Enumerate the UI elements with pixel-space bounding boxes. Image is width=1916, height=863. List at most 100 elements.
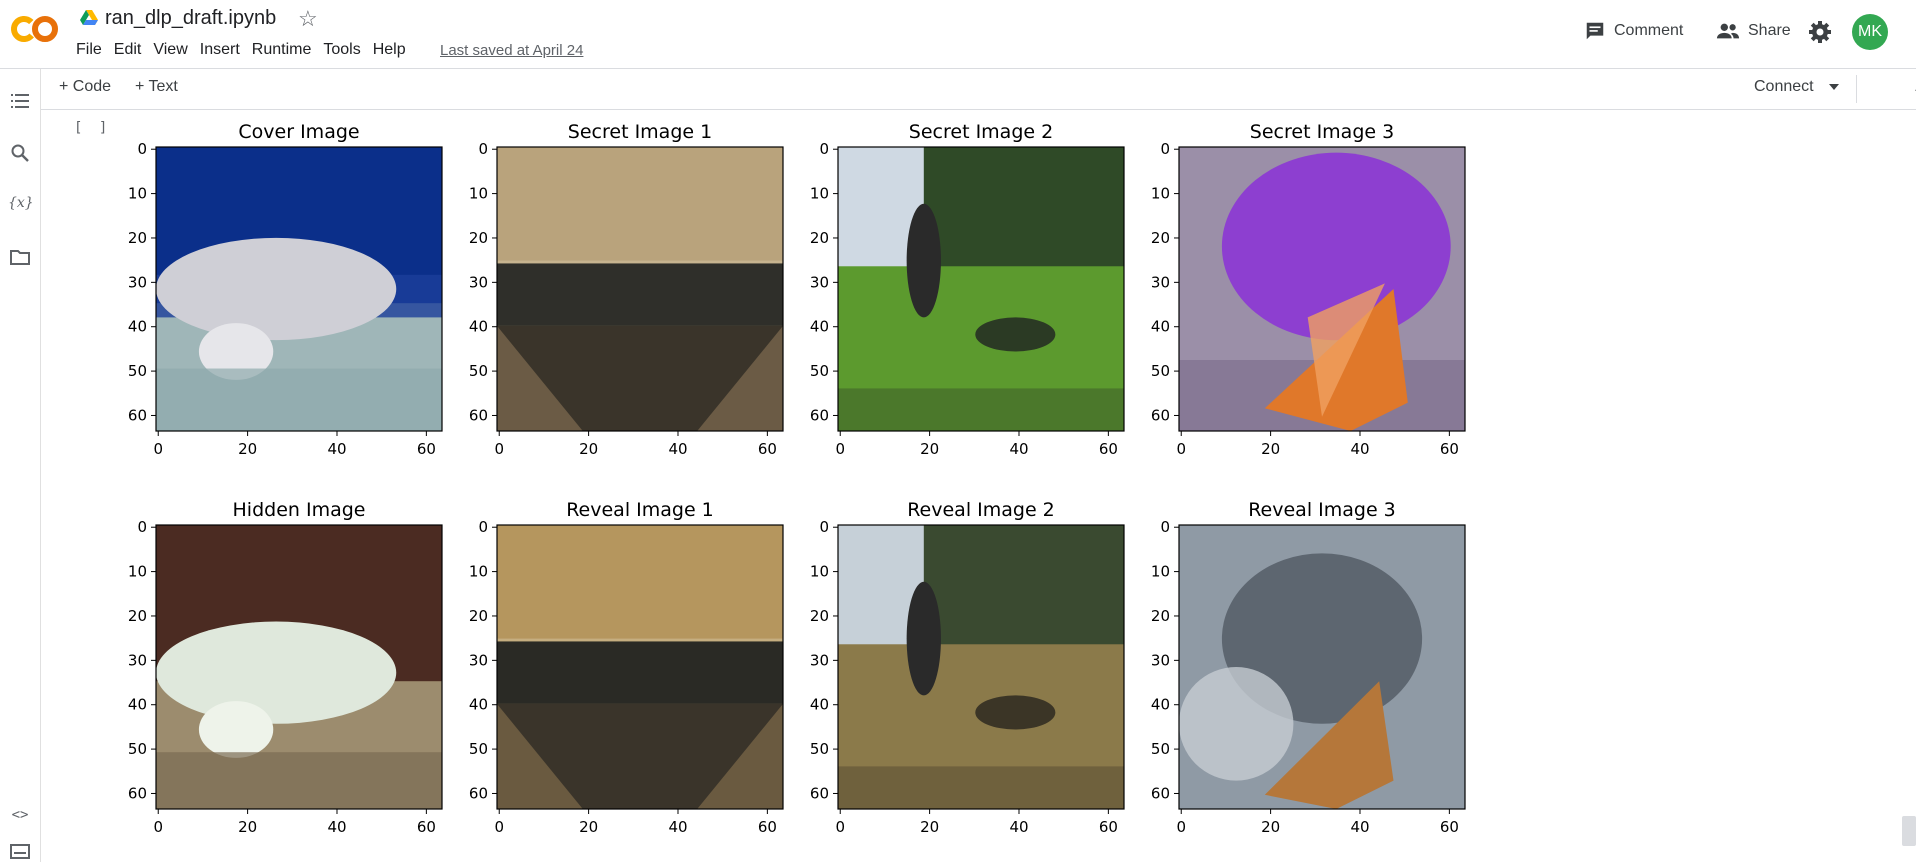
x-tick-label: 20 <box>920 440 939 458</box>
x-tick-label: 60 <box>1440 818 1459 836</box>
notebook-filename[interactable]: ran_dlp_draft.ipynb <box>105 7 276 30</box>
x-tick-label: 40 <box>1350 818 1369 836</box>
y-tick-label: 20 <box>1151 229 1170 247</box>
x-tick-label: 60 <box>417 440 436 458</box>
google-drive-icon[interactable] <box>80 10 98 26</box>
last-saved-link[interactable]: Last saved at April 24 <box>440 42 583 59</box>
image-panel: Reveal Image 2 0 10 20 30 40 50 60 0 20 40 60 <box>810 499 1125 836</box>
y-tick-label: 50 <box>469 740 488 758</box>
menu-runtime[interactable]: Runtime <box>252 41 322 59</box>
scrollbar[interactable] <box>1902 816 1916 846</box>
connect-label: Connect <box>1754 78 1814 95</box>
files-icon[interactable] <box>8 245 32 269</box>
panel-image <box>156 525 442 809</box>
image-panel: Reveal Image 1 0 10 20 30 40 50 60 0 20 40 60 <box>469 499 784 836</box>
x-tick-label: 0 <box>1176 818 1186 836</box>
avatar[interactable]: MK <box>1852 14 1888 50</box>
panel-title: Secret Image 1 <box>568 121 712 143</box>
y-tick-label: 10 <box>810 185 829 203</box>
x-tick-label: 20 <box>1261 818 1280 836</box>
star-icon[interactable]: ☆ <box>298 6 318 32</box>
left-rail: {x} <> <box>0 69 41 862</box>
code-snippets-icon[interactable]: <> <box>8 803 32 827</box>
image-panel: Secret Image 2 0 10 20 30 40 50 60 0 20 40 60 <box>810 121 1125 458</box>
panel-title: Hidden Image <box>233 499 366 521</box>
y-tick-label: 0 <box>819 518 829 536</box>
panel-title: Secret Image 2 <box>909 121 1053 143</box>
panel-image <box>156 147 442 431</box>
panel-title: Reveal Image 2 <box>907 499 1055 521</box>
share-button[interactable]: Share <box>1716 20 1791 42</box>
image-panel: Cover Image 0 10 20 30 40 50 60 0 20 40 60 <box>128 121 443 458</box>
connect-button[interactable]: Connect <box>1754 78 1840 96</box>
menu-help[interactable]: Help <box>373 41 416 59</box>
panel-title: Reveal Image 3 <box>1248 499 1396 521</box>
y-tick-label: 40 <box>469 318 488 336</box>
y-tick-label: 30 <box>1151 273 1170 291</box>
y-tick-label: 50 <box>810 362 829 380</box>
y-tick-label: 50 <box>1151 362 1170 380</box>
x-tick-label: 60 <box>1099 818 1118 836</box>
y-tick-label: 20 <box>1151 607 1170 625</box>
y-tick-label: 50 <box>128 740 147 758</box>
y-tick-label: 60 <box>1151 406 1170 424</box>
menu-bar: File Edit View Insert Runtime Tools Help <box>76 41 418 59</box>
y-tick-label: 20 <box>469 229 488 247</box>
panel-image <box>497 147 783 431</box>
table-of-contents-icon[interactable] <box>8 89 32 113</box>
image-panel: Reveal Image 3 0 10 20 30 40 50 60 0 20 40 60 <box>1151 499 1466 836</box>
x-tick-label: 0 <box>153 440 163 458</box>
share-people-icon <box>1716 23 1740 39</box>
variables-icon[interactable]: {x} <box>8 191 34 215</box>
menu-view[interactable]: View <box>153 41 197 59</box>
x-tick-label: 20 <box>579 440 598 458</box>
share-label: Share <box>1748 22 1791 39</box>
panel-image <box>1179 147 1465 431</box>
x-tick-label: 20 <box>238 440 257 458</box>
x-tick-label: 60 <box>1099 440 1118 458</box>
menu-tools[interactable]: Tools <box>323 41 370 59</box>
menu-insert[interactable]: Insert <box>200 41 250 59</box>
menu-edit[interactable]: Edit <box>114 41 152 59</box>
x-tick-label: 0 <box>153 818 163 836</box>
y-tick-label: 10 <box>810 563 829 581</box>
y-tick-label: 0 <box>478 140 488 158</box>
comment-button[interactable]: Comment <box>1584 20 1683 42</box>
add-text-button[interactable]: + Text <box>135 78 178 96</box>
x-tick-label: 20 <box>579 818 598 836</box>
x-tick-label: 60 <box>417 818 436 836</box>
add-code-button[interactable]: + Code <box>59 78 111 96</box>
panel-image <box>497 525 783 809</box>
terminal-icon[interactable] <box>8 839 32 863</box>
colab-logo[interactable] <box>10 14 60 44</box>
x-tick-label: 20 <box>238 818 257 836</box>
panel-title: Secret Image 3 <box>1250 121 1394 143</box>
app-header: ran_dlp_draft.ipynb ☆ File Edit View Ins… <box>0 0 1916 69</box>
comment-icon <box>1586 22 1604 40</box>
y-tick-label: 60 <box>1151 784 1170 802</box>
y-tick-label: 50 <box>1151 740 1170 758</box>
chevron-up-icon[interactable] <box>1911 77 1916 99</box>
y-tick-label: 20 <box>810 607 829 625</box>
x-tick-label: 0 <box>1176 440 1186 458</box>
output-figure: Cover Image01020304050600 20 40 60Secret Im… <box>128 121 1466 836</box>
panel-image <box>1179 525 1465 809</box>
y-tick-label: 10 <box>128 563 147 581</box>
panel-image <box>838 147 1124 431</box>
y-tick-label: 0 <box>819 140 829 158</box>
x-tick-label: 40 <box>1350 440 1369 458</box>
y-tick-label: 0 <box>137 140 147 158</box>
y-tick-label: 40 <box>810 696 829 714</box>
y-tick-label: 0 <box>478 518 488 536</box>
y-tick-label: 40 <box>1151 318 1170 336</box>
y-tick-label: 40 <box>469 696 488 714</box>
y-tick-label: 30 <box>128 273 147 291</box>
x-tick-label: 40 <box>1009 818 1028 836</box>
gear-icon[interactable] <box>1808 20 1832 44</box>
x-tick-label: 40 <box>327 440 346 458</box>
panel-image <box>838 525 1124 809</box>
search-icon[interactable] <box>8 141 32 165</box>
y-tick-label: 10 <box>1151 563 1170 581</box>
panel-title: Reveal Image 1 <box>566 499 714 521</box>
menu-file[interactable]: File <box>76 41 112 59</box>
